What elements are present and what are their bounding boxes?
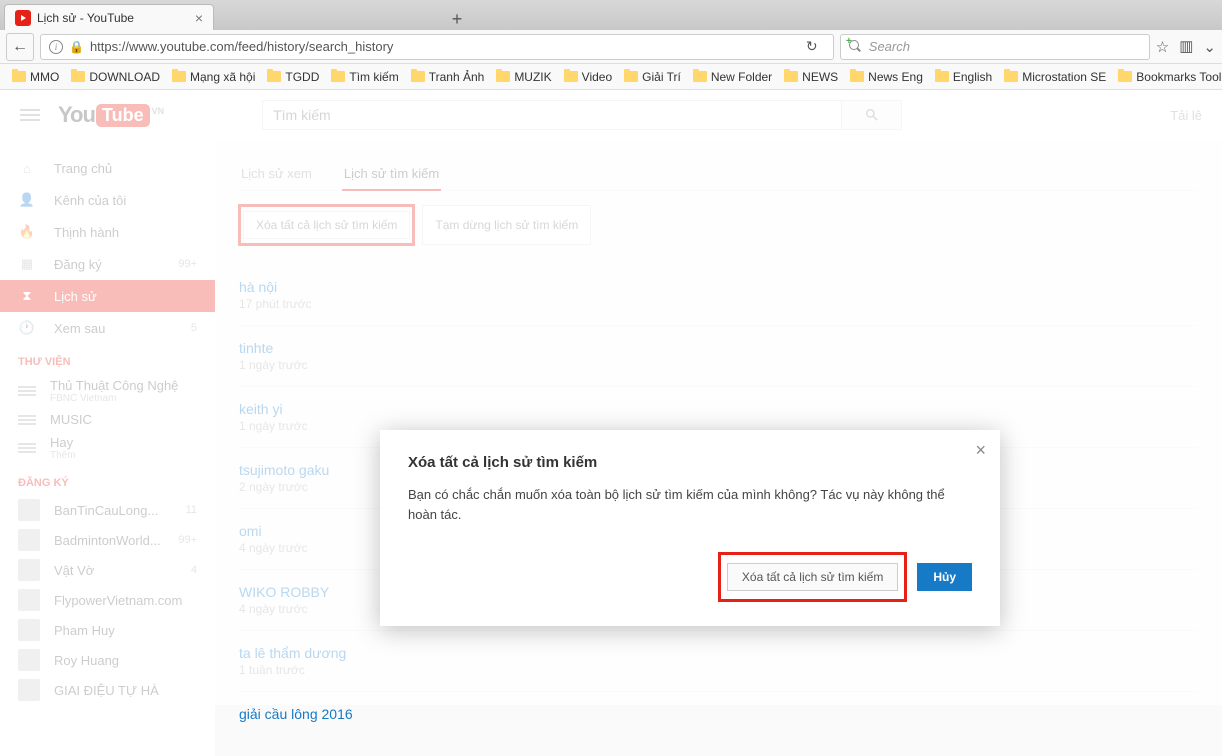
url-text: https://www.youtube.com/feed/history/sea… — [90, 39, 393, 54]
dialog-title: Xóa tất cả lịch sử tìm kiếm — [408, 454, 972, 471]
tab-title: Lịch sử - YouTube — [37, 11, 134, 25]
bookmark-label: MUZIK — [514, 70, 551, 84]
cancel-button[interactable]: Hủy — [917, 563, 972, 591]
browser-search-input[interactable]: + Search — [840, 34, 1150, 60]
folder-icon — [496, 71, 510, 82]
bookmark-label: English — [953, 70, 992, 84]
bookmark-label: New Folder — [711, 70, 772, 84]
bookmark-folder[interactable]: Microstation SE — [1000, 68, 1110, 86]
bookmark-folder[interactable]: Tranh Ảnh — [407, 68, 489, 86]
bookmark-label: TGDD — [285, 70, 319, 84]
bookmark-folder[interactable]: Tìm kiếm — [327, 68, 402, 86]
new-tab-button[interactable]: + — [444, 8, 470, 30]
browser-tab[interactable]: Lịch sử - YouTube × — [4, 4, 214, 30]
star-icon[interactable]: ☆ — [1156, 38, 1169, 56]
folder-icon — [1004, 71, 1018, 82]
pocket-icon[interactable]: ⌄ — [1203, 38, 1216, 56]
folder-icon — [12, 71, 26, 82]
folder-icon — [411, 71, 425, 82]
highlight-confirm-button: Xóa tất cả lịch sử tìm kiếm — [718, 552, 907, 602]
bookmark-label: DOWNLOAD — [89, 70, 160, 84]
folder-icon — [935, 71, 949, 82]
bookmark-label: Giải Trí — [642, 70, 681, 84]
bookmark-label: MMO — [30, 70, 59, 84]
bookmark-folder[interactable]: Video — [560, 68, 616, 86]
folder-icon — [784, 71, 798, 82]
bookmark-folder[interactable]: News Eng — [846, 68, 927, 86]
bookmark-label: NEWS — [802, 70, 838, 84]
bookmark-label: Bookmarks Toolbar — [1136, 70, 1222, 84]
reload-icon[interactable]: ↻ — [799, 38, 825, 55]
search-icon: + — [849, 40, 863, 54]
folder-icon — [624, 71, 638, 82]
address-bar: ← i 🔒 https://www.youtube.com/feed/histo… — [0, 30, 1222, 64]
bookmark-label: Microstation SE — [1022, 70, 1106, 84]
dialog-body: Bạn có chắc chắn muốn xóa toàn bộ lịch s… — [408, 485, 972, 524]
bookmark-folder[interactable]: Giải Trí — [620, 68, 685, 86]
folder-icon — [71, 71, 85, 82]
bookmarks-bar: MMO DOWNLOAD Mạng xã hội TGDD Tìm kiếm Tranh … — [0, 64, 1222, 90]
bookmark-label: Video — [582, 70, 612, 84]
url-input[interactable]: i 🔒 https://www.youtube.com/feed/history… — [40, 34, 834, 60]
confirm-dialog: × Xóa tất cả lịch sử tìm kiếm Bạn có chắ… — [380, 430, 1000, 626]
search-placeholder: Search — [869, 39, 910, 54]
folder-icon — [331, 71, 345, 82]
browser-tab-strip: Lịch sử - YouTube × + — [0, 0, 1222, 30]
folder-icon — [693, 71, 707, 82]
bookmark-folder[interactable]: English — [931, 68, 996, 86]
bookmark-label: Tìm kiếm — [349, 70, 398, 84]
bookmark-folder[interactable]: Bookmarks Toolbar — [1114, 68, 1222, 86]
close-tab-icon[interactable]: × — [195, 10, 203, 26]
bookmark-folder[interactable]: NEWS — [780, 68, 842, 86]
bookmark-label: News Eng — [868, 70, 923, 84]
youtube-favicon-icon — [15, 10, 31, 26]
library-icon[interactable]: ▥ — [1179, 37, 1193, 56]
folder-icon — [564, 71, 578, 82]
folder-icon — [267, 71, 281, 82]
folder-icon — [850, 71, 864, 82]
folder-icon — [1118, 71, 1132, 82]
bookmark-folder[interactable]: DOWNLOAD — [67, 68, 164, 86]
bookmark-label: Tranh Ảnh — [429, 70, 485, 84]
folder-icon — [172, 71, 186, 82]
bookmark-folder[interactable]: Mạng xã hội — [168, 68, 259, 86]
back-button[interactable]: ← — [6, 33, 34, 61]
bookmark-folder[interactable]: New Folder — [689, 68, 776, 86]
lock-icon: 🔒 — [69, 40, 84, 54]
info-icon[interactable]: i — [49, 40, 63, 54]
history-query: giải cầu lông 2016 — [239, 706, 1198, 722]
bookmark-label: Mạng xã hội — [190, 70, 255, 84]
bookmark-folder[interactable]: MMO — [8, 68, 63, 86]
bookmark-folder[interactable]: TGDD — [263, 68, 323, 86]
close-icon[interactable]: × — [975, 440, 986, 461]
bookmark-folder[interactable]: MUZIK — [492, 68, 555, 86]
confirm-clear-button[interactable]: Xóa tất cả lịch sử tìm kiếm — [727, 563, 898, 591]
